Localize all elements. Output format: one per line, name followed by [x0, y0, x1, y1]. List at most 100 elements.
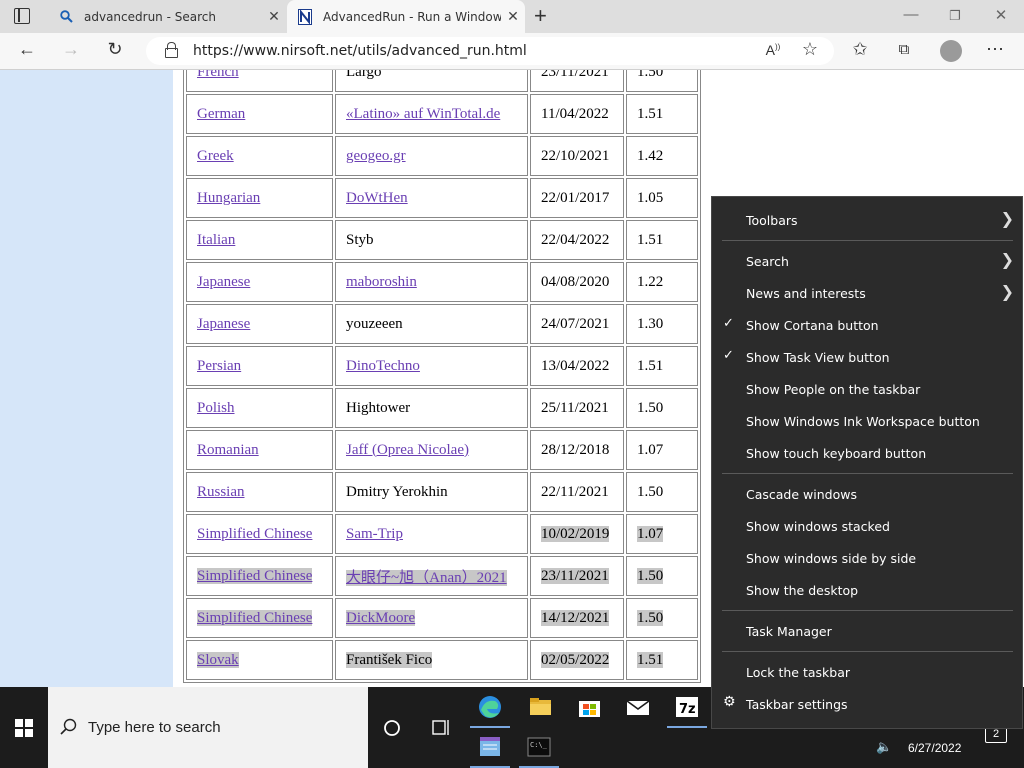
file-explorer-icon[interactable]	[523, 690, 557, 724]
7zip-icon[interactable]: 7z	[670, 690, 704, 724]
language-cell: German	[186, 94, 333, 134]
language-cell-link[interactable]: German	[197, 106, 245, 122]
tab-search[interactable]: advancedrun - Search ✕	[48, 0, 286, 33]
language-cell-link[interactable]: Simplified Chinese	[197, 609, 313, 626]
new-tab-button[interactable]: +	[534, 3, 547, 29]
tab-actions-icon[interactable]	[14, 8, 30, 24]
translations-table-wrapper: French Largo 23/11/2021 1.50 German «Latino» …	[183, 70, 703, 687]
translator-cell-link[interactable]: Sam-Trip	[346, 526, 403, 542]
tab-title: AdvancedRun - Run a Windows	[323, 9, 501, 24]
table-row: Japanese maboroshin 04/08/2020 1.22	[186, 262, 698, 302]
language-cell-link[interactable]: Romanian	[197, 442, 259, 458]
menu-item-label: Show windows stacked	[746, 519, 890, 534]
menu-item-label: Taskbar settings	[746, 697, 848, 712]
lock-icon[interactable]	[165, 42, 178, 58]
translator-cell-link[interactable]: DoWtHen	[346, 190, 408, 206]
version-cell: 1.30	[626, 304, 698, 344]
back-button[interactable]: ←	[14, 39, 40, 60]
tab-advancedrun[interactable]: AdvancedRun - Run a Windows ✕	[287, 0, 525, 33]
language-cell-link[interactable]: French	[197, 70, 239, 80]
menu-item-toolbars[interactable]: Toolbars ❯	[712, 204, 1022, 236]
menu-item-show-task-view-button[interactable]: ✓ Show Task View button	[712, 341, 1022, 373]
close-tab-icon[interactable]: ✕	[501, 8, 525, 25]
task-view-icon[interactable]	[423, 711, 457, 745]
menu-item-show-windows-ink-workspace-button[interactable]: Show Windows Ink Workspace button	[712, 405, 1022, 437]
menu-separator	[722, 473, 1013, 474]
menu-item-taskbar-settings[interactable]: ⚙ Taskbar settings	[712, 688, 1022, 720]
volume-icon[interactable]: 🔈	[876, 739, 892, 755]
add-favorite-icon[interactable]: ☆	[797, 39, 823, 60]
profile-avatar[interactable]	[940, 40, 962, 62]
menu-item-news-and-interests[interactable]: News and interests ❯	[712, 277, 1022, 309]
menu-item-cascade-windows[interactable]: Cascade windows	[712, 478, 1022, 510]
language-cell-link[interactable]: Simplified Chinese	[197, 526, 312, 542]
minimize-button[interactable]: —	[888, 6, 934, 23]
language-cell: Italian	[186, 220, 333, 260]
taskbar-search-box[interactable]: Type here to search	[48, 687, 368, 768]
translator-cell-link[interactable]: DickMoore	[346, 609, 416, 626]
search-icon	[60, 718, 77, 735]
url-text[interactable]: https://www.nirsoft.net/utils/advanced_r…	[193, 43, 527, 59]
menu-item-search[interactable]: Search ❯	[712, 245, 1022, 277]
version-cell-text: 1.50	[637, 567, 664, 584]
favorites-icon[interactable]: ✩	[847, 39, 873, 60]
menu-item-show-touch-keyboard-button[interactable]: Show touch keyboard button	[712, 437, 1022, 469]
translator-cell-link[interactable]: 大眼仔~旭（Anan）2021	[346, 569, 507, 586]
language-cell-link[interactable]: Japanese	[197, 274, 250, 290]
language-cell-link[interactable]: Russian	[197, 484, 245, 500]
language-cell-link[interactable]: Hungarian	[197, 190, 260, 206]
collections-icon[interactable]: ⧉	[891, 41, 917, 58]
translator-cell-link[interactable]: geogeo.gr	[346, 148, 406, 164]
translator-cell-text: František Fico	[346, 651, 433, 668]
read-aloud-icon[interactable]: A))	[760, 42, 786, 58]
translator-cell-link[interactable]: «Latino» auf WinTotal.de	[346, 106, 500, 122]
language-cell: Japanese	[186, 262, 333, 302]
version-cell-text: 1.22	[637, 273, 664, 290]
start-button[interactable]	[0, 687, 48, 768]
translator-cell-link[interactable]: maboroshin	[346, 274, 417, 290]
search-placeholder: Type here to search	[88, 719, 221, 736]
language-cell-link[interactable]: Slovak	[197, 651, 239, 668]
refresh-button[interactable]: ↻	[102, 39, 128, 60]
language-cell-link[interactable]: Italian	[197, 232, 235, 248]
translator-cell-link[interactable]: Jaff (Oprea Nicolae)	[346, 442, 469, 458]
language-cell-link[interactable]: Persian	[197, 358, 241, 374]
table-row: German «Latino» auf WinTotal.de 11/04/2022…	[186, 94, 698, 134]
clock-date[interactable]: 6/27/2022	[908, 741, 961, 755]
version-cell-text: 1.51	[637, 105, 664, 122]
cortana-icon[interactable]	[375, 711, 409, 745]
close-window-button[interactable]: ✕	[978, 6, 1024, 24]
language-cell-link[interactable]: Japanese	[197, 316, 250, 332]
version-cell: 1.51	[626, 94, 698, 134]
restore-button[interactable]: ❐	[932, 8, 978, 24]
menu-item-label: Task Manager	[746, 624, 832, 639]
more-menu-icon[interactable]: ⋯	[982, 39, 1008, 60]
menu-item-label: Toolbars	[746, 213, 798, 228]
forward-button[interactable]: →	[58, 39, 84, 60]
version-cell: 1.42	[626, 136, 698, 176]
date-cell: 25/11/2021	[530, 388, 624, 428]
language-cell: Greek	[186, 136, 333, 176]
mail-icon[interactable]	[621, 690, 655, 724]
cmd-icon[interactable]: C:\_	[522, 730, 556, 764]
translator-cell-link[interactable]: DinoTechno	[346, 358, 420, 374]
menu-item-show-windows-stacked[interactable]: Show windows stacked	[712, 510, 1022, 542]
notepad-icon[interactable]	[473, 730, 507, 764]
menu-item-show-windows-side-by-side[interactable]: Show windows side by side	[712, 542, 1022, 574]
version-cell-text: 1.42	[637, 147, 664, 164]
date-cell: 02/05/2022	[530, 640, 624, 680]
version-cell: 1.50	[626, 70, 698, 92]
menu-item-show-the-desktop[interactable]: Show the desktop	[712, 574, 1022, 606]
close-tab-icon[interactable]: ✕	[262, 8, 286, 25]
translator-cell-text: Styb	[346, 231, 374, 248]
language-cell-link[interactable]: Greek	[197, 148, 234, 164]
edge-icon[interactable]	[473, 690, 507, 724]
language-cell-link[interactable]: Simplified Chinese	[197, 567, 313, 584]
language-cell-link[interactable]: Polish	[197, 400, 235, 416]
menu-item-task-manager[interactable]: Task Manager	[712, 615, 1022, 647]
menu-item-lock-the-taskbar[interactable]: Lock the taskbar	[712, 656, 1022, 688]
menu-item-show-people-on-the-taskbar[interactable]: Show People on the taskbar	[712, 373, 1022, 405]
menu-item-show-cortana-button[interactable]: ✓ Show Cortana button	[712, 309, 1022, 341]
store-icon[interactable]	[572, 690, 606, 724]
checkmark-icon: ✓	[723, 316, 734, 331]
